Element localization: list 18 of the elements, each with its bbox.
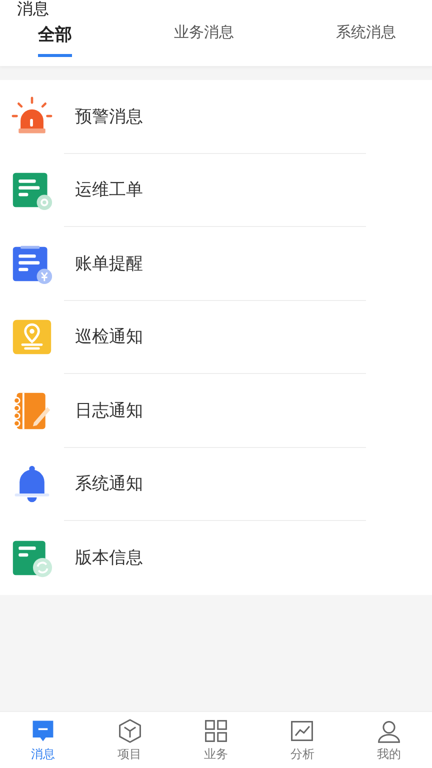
nav-tab[interactable]: 项目 (86, 712, 173, 768)
message-category-item[interactable]: 日志通知 (75, 398, 143, 422)
nav-tab[interactable]: 业务 (172, 712, 260, 768)
tab[interactable]: 全部 (38, 21, 72, 57)
cube-icon (116, 718, 143, 744)
message-category-item[interactable]: 运维工单 (75, 178, 143, 202)
grid-icon (203, 718, 230, 744)
message-category-item[interactable]: 预警消息 (75, 104, 143, 128)
nav-tab[interactable]: 分析 (259, 712, 346, 768)
page-title: 消息 (17, 0, 50, 18)
nav-tab[interactable]: 消息 (0, 712, 86, 768)
message-category-item[interactable]: 系统通知 (75, 472, 143, 496)
message-category-item[interactable]: 版本信息 (75, 546, 143, 570)
message-category-item[interactable]: 巡检通知 (75, 325, 143, 348)
tab[interactable]: 业务消息 (174, 21, 234, 57)
message-category-item[interactable]: 账单提醒 (75, 252, 143, 275)
tab[interactable]: 系统消息 (336, 21, 396, 57)
nav-tab[interactable]: 我的 (346, 712, 432, 768)
